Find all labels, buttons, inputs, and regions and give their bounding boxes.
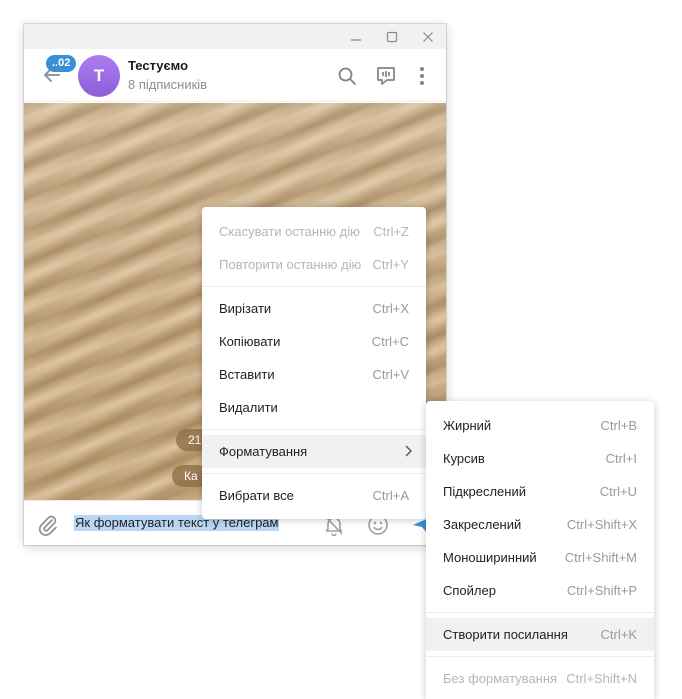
menu-item-monospace[interactable]: Моноширинний Ctrl+Shift+M (426, 541, 654, 574)
menu-item-delete[interactable]: Видалити (202, 391, 426, 424)
menu-item-underline[interactable]: Підкреслений Ctrl+U (426, 475, 654, 508)
menu-item-cut[interactable]: Вирізати Ctrl+X (202, 292, 426, 325)
more-icon[interactable] (410, 64, 434, 88)
subscriber-count: 8 підписників (128, 77, 208, 92)
menu-item-spoiler[interactable]: Спойлер Ctrl+Shift+P (426, 574, 654, 607)
menu-item-undo[interactable]: Скасувати останню дію Ctrl+Z (202, 215, 426, 248)
unread-badge: ..02 (46, 55, 77, 72)
menu-item-create-link[interactable]: Створити посилання Ctrl+K (426, 618, 654, 651)
avatar[interactable]: Т (78, 55, 120, 97)
menu-item-bold[interactable]: Жирний Ctrl+B (426, 409, 654, 442)
menu-item-clear-formatting[interactable]: Без форматування Ctrl+Shift+N (426, 662, 654, 695)
menu-item-formatting[interactable]: Форматування (202, 435, 426, 468)
chat-title[interactable]: Тестуємо (128, 58, 188, 73)
menu-item-strikethrough[interactable]: Закреслений Ctrl+Shift+X (426, 508, 654, 541)
discussion-icon[interactable] (374, 64, 398, 88)
menu-item-paste[interactable]: Вставити Ctrl+V (202, 358, 426, 391)
chevron-right-icon (404, 445, 412, 460)
search-icon[interactable] (335, 64, 359, 88)
menu-item-italic[interactable]: Курсив Ctrl+I (426, 442, 654, 475)
chat-header: ..02 Т Тестуємо 8 підписників (24, 49, 446, 102)
menu-divider (202, 286, 426, 287)
formatting-submenu: Жирний Ctrl+B Курсив Ctrl+I Підкреслений… (426, 401, 654, 699)
title-bar (24, 24, 446, 49)
minimize-icon[interactable] (338, 24, 374, 49)
menu-item-copy[interactable]: Копіювати Ctrl+C (202, 325, 426, 358)
menu-divider (202, 473, 426, 474)
menu-item-select-all[interactable]: Вибрати все Ctrl+A (202, 479, 426, 512)
menu-divider (426, 612, 654, 613)
menu-item-redo[interactable]: Повторити останню дію Ctrl+Y (202, 248, 426, 281)
attach-icon[interactable] (36, 513, 60, 537)
maximize-icon[interactable] (374, 24, 410, 49)
menu-divider (426, 656, 654, 657)
close-icon[interactable] (410, 24, 446, 49)
menu-divider (202, 429, 426, 430)
context-menu: Скасувати останню дію Ctrl+Z Повторити о… (202, 207, 426, 519)
